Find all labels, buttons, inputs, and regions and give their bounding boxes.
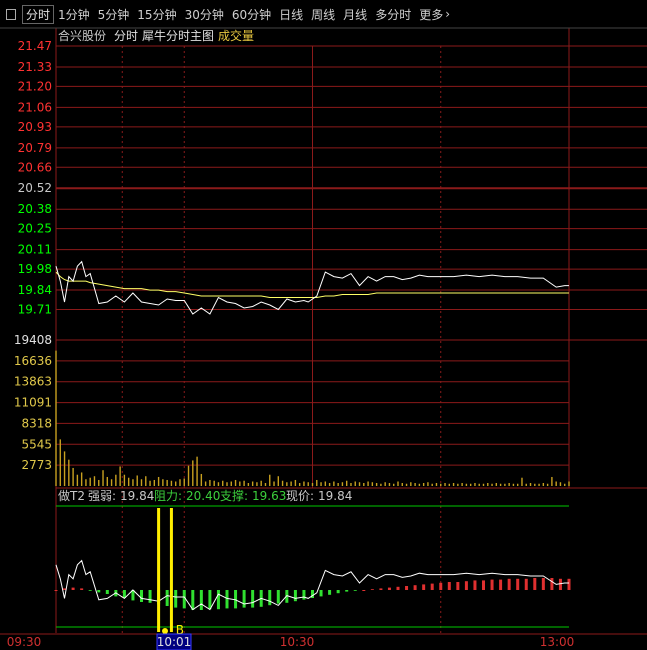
divergence-bar-32 (328, 590, 332, 595)
divergence-bar-36 (362, 590, 366, 591)
price-tick-8: 20.38 (18, 202, 52, 216)
price-tick-9: 20.25 (18, 222, 52, 236)
t2-strength-value: 19.84 (120, 489, 154, 503)
divergence-bar-31 (319, 590, 323, 597)
divergence-bar-39 (387, 587, 391, 590)
divergence-bar-4 (88, 590, 92, 591)
divergence-bar-34 (345, 590, 349, 592)
divergence-bar-51 (490, 579, 494, 590)
t2-strength-label: 强弱: (88, 489, 116, 503)
divergence-bar-60 (567, 578, 571, 590)
divergence-bar-35 (353, 590, 357, 591)
divergence-bar-52 (499, 579, 503, 590)
divergence-bar-37 (370, 589, 374, 590)
volume-tick-5: 2773 (21, 458, 52, 472)
t2-name: 做T2 (58, 488, 85, 503)
divergence-bar-13 (165, 590, 169, 606)
divergence-bar-26 (276, 590, 280, 604)
t2-support-label: 支撑: (220, 488, 248, 503)
divergence-bar-18 (208, 590, 212, 610)
buy-signal-dot (162, 628, 169, 634)
price-tick-5: 20.79 (18, 141, 52, 155)
divergence-bar-5 (97, 590, 101, 593)
divergence-bar-19 (216, 590, 220, 610)
t2-price-value: 19.84 (318, 489, 352, 503)
price-tick-7: 20.52 (18, 181, 52, 195)
divergence-bar-41 (405, 586, 409, 590)
volume-tick-3: 8318 (21, 416, 52, 430)
divergence-bar-54 (516, 578, 520, 590)
divergence-bar-20 (225, 590, 229, 609)
divergence-bar-2 (71, 587, 75, 590)
volume-tick-1: 13863 (14, 375, 52, 389)
volume-tick-2: 11091 (14, 396, 52, 410)
divergence-bar-17 (199, 590, 203, 610)
divergence-bar-48 (464, 581, 468, 590)
t2-support-value: 19.63 (252, 489, 286, 503)
divergence-bar-14 (174, 590, 178, 608)
divergence-bar-46 (447, 582, 451, 590)
divergence-bar-16 (191, 590, 195, 610)
t2-resistance-value: 20.40 (186, 489, 220, 503)
price-tick-1: 21.33 (18, 60, 52, 74)
t2-resistance-label: 阻力: (154, 489, 182, 503)
volume-tick-0: 16636 (14, 354, 52, 368)
stock-name: 合兴股份 (58, 28, 106, 43)
price-tick-10: 20.11 (18, 243, 52, 257)
divergence-bar-40 (396, 586, 400, 590)
divergence-bar-50 (482, 580, 485, 590)
price-tick-12: 19.84 (18, 283, 52, 297)
divergence-bar-45 (439, 582, 443, 590)
divergence-bar-53 (507, 578, 511, 590)
divergence-bar-11 (148, 590, 152, 603)
volume-label: 成交量 (218, 28, 254, 43)
divergence-bar-38 (379, 588, 383, 590)
stock-chart: 21.47 21.33 21.20 21.06 20.93 20.79 20.66 20.52… (0, 27, 647, 650)
divergence-bar-56 (533, 578, 537, 590)
divergence-bar-58 (550, 578, 554, 590)
cursor-time-label: 10:01 (157, 635, 192, 649)
volume-tick-4: 5545 (21, 437, 52, 451)
divergence-bar-28 (293, 590, 297, 602)
price-tick-3: 21.06 (18, 100, 52, 114)
divergence-bar-59 (558, 578, 562, 590)
indicator-name: 犀牛分时主图 (142, 28, 214, 43)
price-tick-11: 19.98 (18, 262, 52, 276)
volume-max-label: 19408 (14, 333, 52, 347)
price-tick-6: 20.66 (18, 160, 52, 174)
divergence-bar-0 (54, 590, 58, 591)
t2-price-label: 现价: (286, 489, 314, 503)
time-label-2: 10:30 (280, 635, 315, 649)
divergence-bar-47 (456, 582, 460, 590)
divergence-bar-22 (242, 590, 246, 608)
divergence-bar-44 (430, 583, 434, 590)
price-tick-4: 20.93 (18, 120, 52, 134)
divergence-bar-29 (302, 590, 306, 600)
divergence-bar-6 (105, 590, 109, 594)
time-label-0: 09:30 (7, 635, 42, 649)
divergence-bar-49 (473, 580, 477, 590)
chart-mode: 分时 (114, 29, 138, 43)
divergence-bar-55 (524, 578, 528, 590)
price-tick-2: 21.20 (18, 79, 52, 93)
divergence-bar-33 (336, 590, 340, 594)
divergence-bar-42 (413, 585, 417, 590)
divergence-bar-10 (140, 590, 143, 602)
divergence-bar-25 (268, 590, 272, 606)
price-tick-13: 19.71 (18, 303, 52, 317)
divergence-bar-23 (251, 590, 255, 608)
divergence-bar-57 (541, 578, 545, 590)
divergence-bar-43 (422, 584, 426, 590)
divergence-bar-3 (80, 588, 84, 590)
price-tick-0: 21.47 (18, 39, 52, 53)
time-label-3: 13:00 (540, 635, 575, 649)
